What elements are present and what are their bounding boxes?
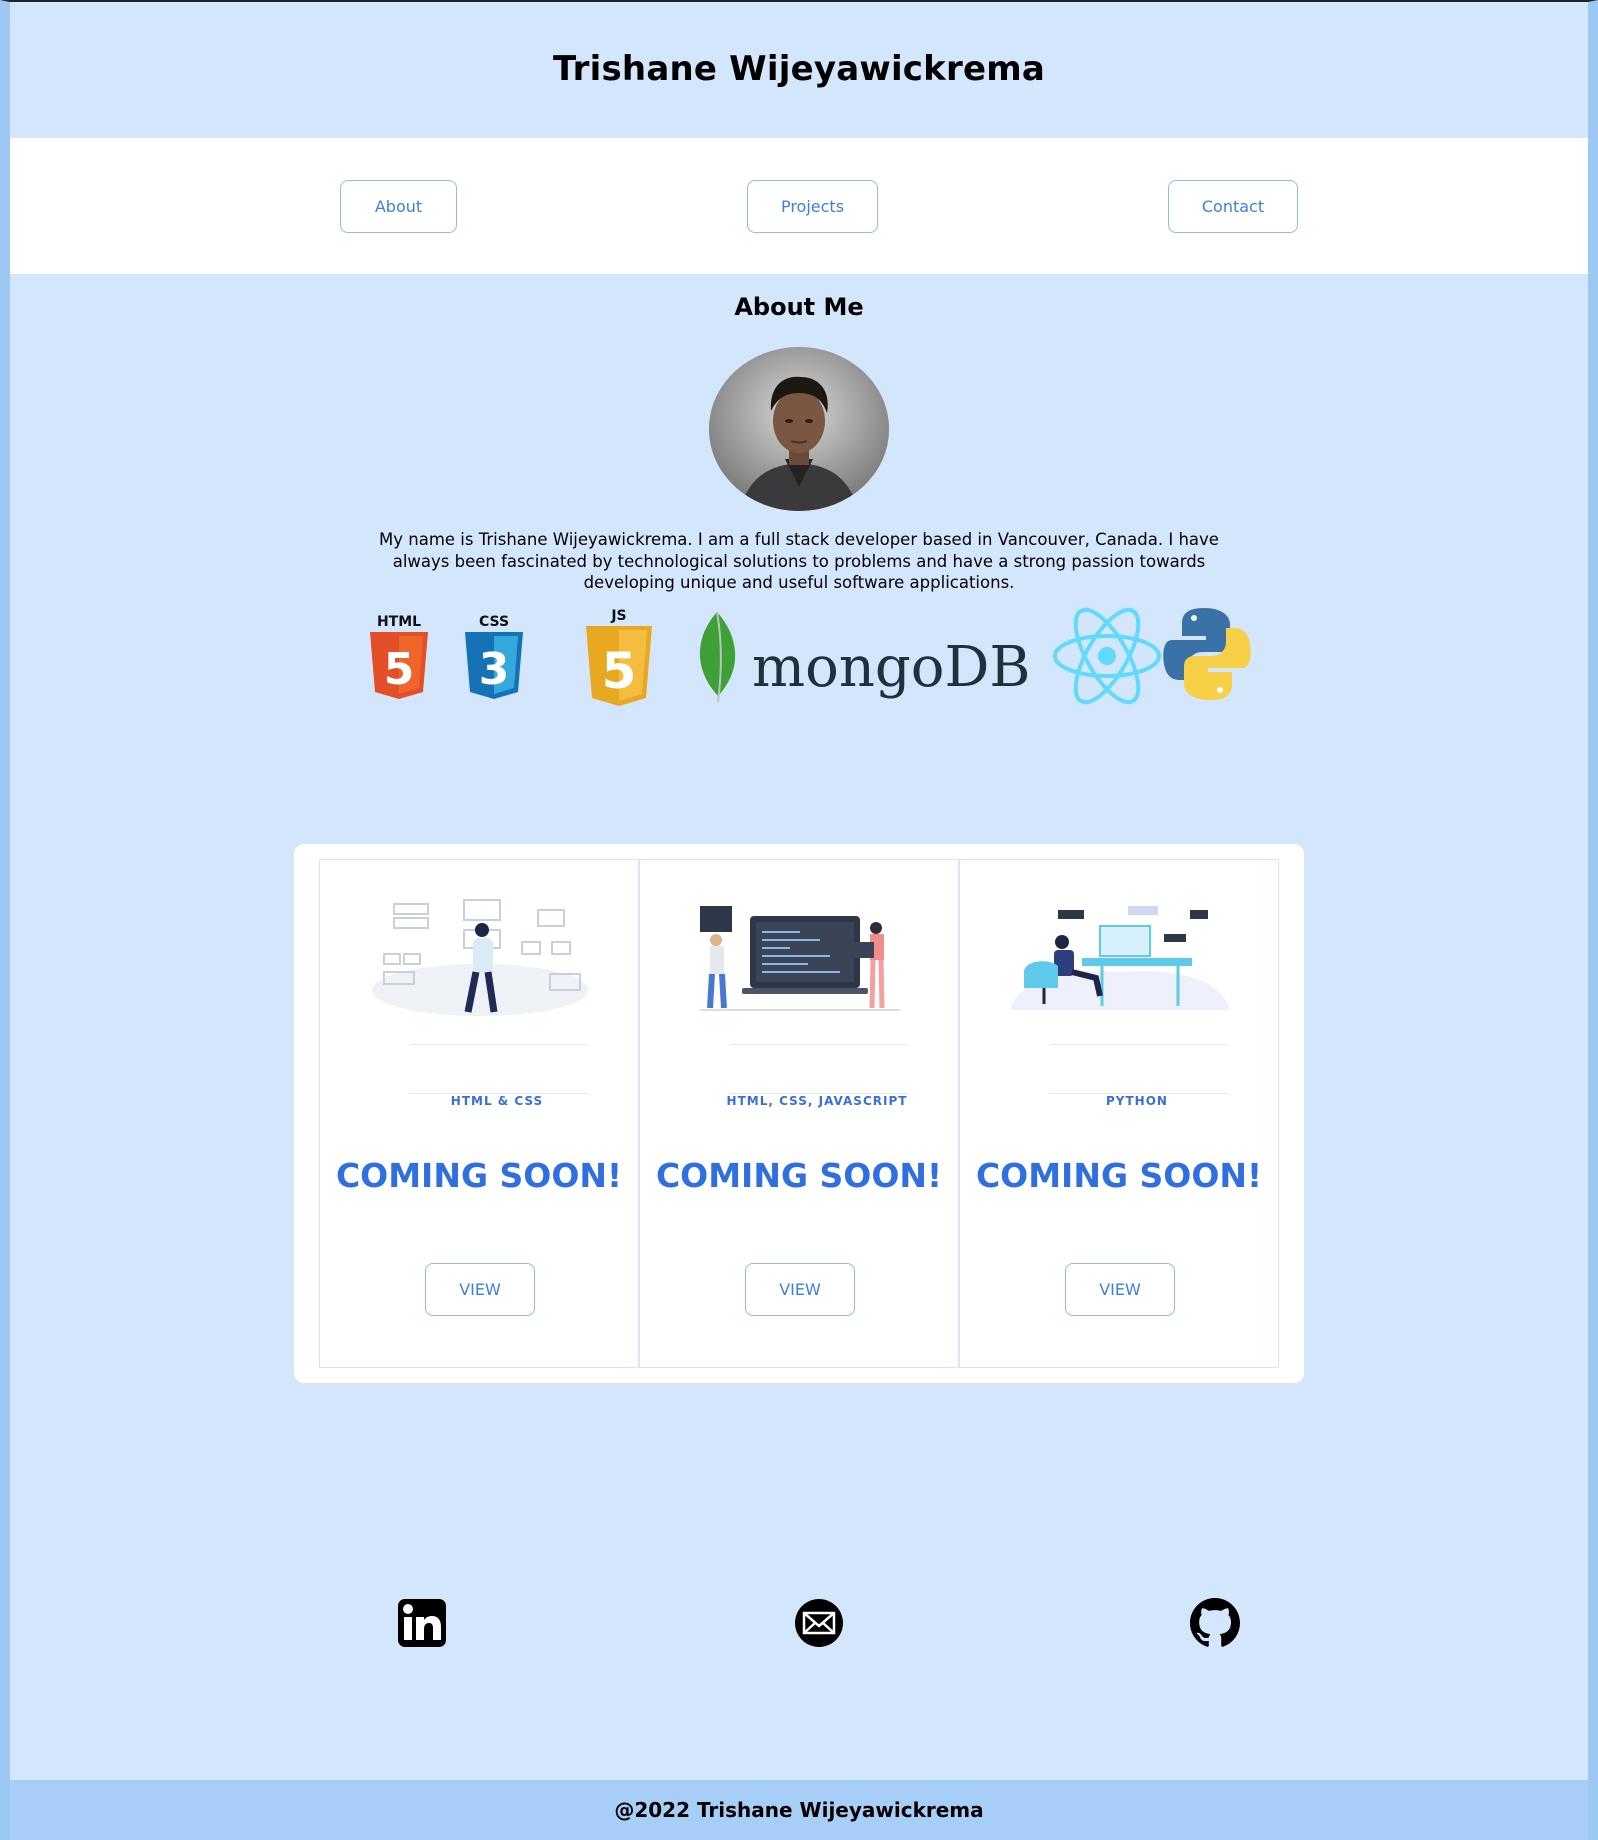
project-view-button[interactable]: VIEW (745, 1263, 855, 1316)
site-title: Trishane Wijeyawickrema (553, 48, 1045, 89)
svg-text:3: 3 (479, 644, 510, 695)
tech-logos: HTML 5 CSS 3 JS 5 mongoDB (360, 600, 1260, 710)
react-logo (1053, 607, 1161, 705)
code-laptop-illustration (700, 906, 900, 1011)
python-logo (1163, 608, 1251, 700)
about-heading: About Me (734, 293, 864, 321)
site-header: Trishane Wijeyawickrema (10, 2, 1588, 138)
svg-text:JS: JS (610, 608, 626, 624)
developer-desk-illustration (1010, 906, 1230, 1010)
projects-section: HTML & CSS COMING SOON! VIEW HTML, CSS, … (294, 844, 1304, 1383)
svg-text:5: 5 (384, 644, 415, 695)
nav-contact-button[interactable]: Contact (1168, 180, 1298, 233)
svg-text:HTML: HTML (377, 614, 421, 630)
project-tag: PYTHON (1106, 1094, 1168, 1108)
profile-photo (709, 347, 889, 511)
project-view-button[interactable]: VIEW (1065, 1263, 1175, 1316)
linkedin-icon[interactable] (397, 1598, 447, 1648)
project-view-button[interactable]: VIEW (425, 1263, 535, 1316)
project-title: COMING SOON! (335, 1156, 623, 1195)
svg-text:5: 5 (602, 642, 637, 700)
web-layout-illustration (372, 899, 588, 1016)
project-title: COMING SOON! (655, 1156, 943, 1195)
nav-projects-button[interactable]: Projects (747, 180, 878, 233)
javascript-logo: JS 5 (586, 608, 652, 706)
site-footer: @2022 Trishane Wijeyawickrema (10, 1780, 1588, 1840)
project-card: PYTHON COMING SOON! VIEW (959, 859, 1279, 1368)
project-card: HTML & CSS COMING SOON! VIEW (319, 859, 639, 1368)
project-title: COMING SOON! (975, 1156, 1263, 1195)
email-icon[interactable] (794, 1598, 844, 1648)
copyright-text: @2022 Trishane Wijeyawickrema (614, 1798, 984, 1822)
mongodb-logo: mongoDB (699, 611, 1031, 703)
html5-logo: HTML 5 (370, 614, 428, 699)
nav-about-button[interactable]: About (340, 180, 457, 233)
github-icon[interactable] (1190, 1598, 1240, 1648)
nav-bar: About Projects Contact (10, 138, 1588, 274)
project-tag: HTML, CSS, JAVASCRIPT (726, 1094, 908, 1108)
about-bio: My name is Trishane Wijeyawickrema. I am… (379, 530, 1219, 592)
svg-text:CSS: CSS (479, 614, 509, 630)
project-card: HTML, CSS, JAVASCRIPT COMING SOON! VIEW (639, 859, 959, 1368)
svg-text:mongoDB: mongoDB (752, 635, 1031, 700)
css3-logo: CSS 3 (465, 614, 523, 699)
project-tag: HTML & CSS (450, 1094, 544, 1108)
